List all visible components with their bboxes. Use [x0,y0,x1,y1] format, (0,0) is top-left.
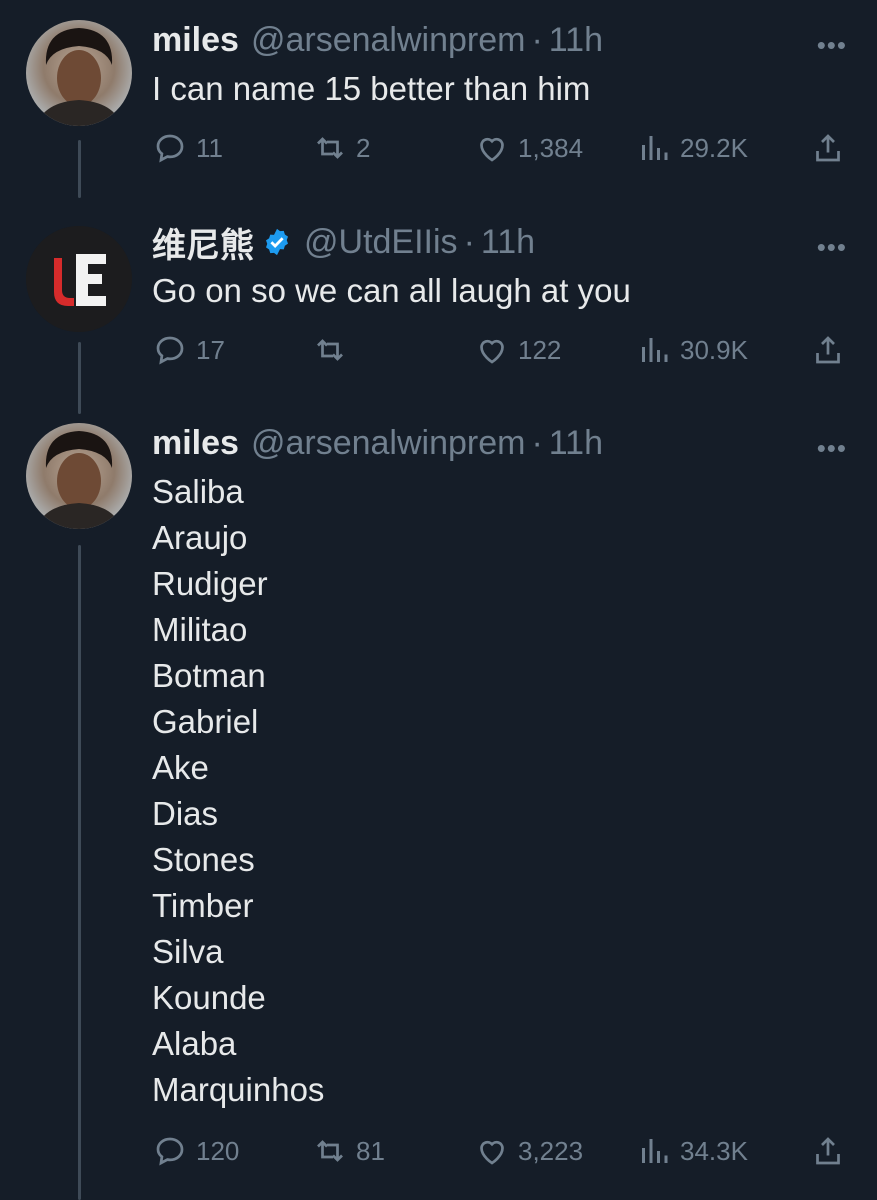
reply-button[interactable]: 11 [152,126,223,170]
user-handle[interactable]: @UtdEIIis [304,223,458,262]
like-count: 122 [518,334,562,365]
user-handle[interactable]: @arsenalwinprem [251,21,526,60]
like-button[interactable]: 3,223 [474,1129,583,1173]
text-line: Stones [152,841,255,878]
retweet-button[interactable]: 81 [312,1129,385,1173]
avatar[interactable] [26,226,132,332]
reply-icon [156,1137,184,1166]
like-count: 1,384 [518,132,584,163]
views-chart-icon [642,1139,668,1163]
like-button[interactable]: 1,384 [474,126,583,170]
heart-icon [480,339,504,364]
views-chart-icon [642,136,668,160]
reply-icon [156,134,184,163]
timestamp[interactable]: 11h [549,424,603,463]
tweet-header: 维尼熊 @UtdEIIis · 11h [152,218,535,267]
views-button[interactable]: 29.2K [636,126,748,170]
text-line: Militao [152,611,248,648]
retweet-icon [317,1140,343,1162]
share-button[interactable] [810,328,854,372]
tweet-text: Go on so we can all laugh at you [152,272,631,309]
like-count: 3,223 [518,1135,584,1166]
text-line: Saliba [152,473,244,510]
reply-count: 120 [196,1135,240,1166]
action-bar: 11 2 1,384 29.2K [152,126,852,170]
text-line: Timber [152,887,254,924]
retweet-button[interactable]: 2 [312,126,370,170]
views-count: 30.9K [680,334,748,365]
tweet-header: miles @arsenalwinprem · 11h [152,18,603,62]
tweet-header: miles @arsenalwinprem · 11h [152,421,603,465]
like-button[interactable]: 122 [474,328,561,372]
text-line: Botman [152,657,266,694]
tweet-text: Saliba Araujo Rudiger Militao Botman Gab… [152,469,324,1113]
reply-button[interactable]: 17 [152,328,225,372]
reply-count: 11 [196,132,223,163]
share-icon [816,1137,840,1165]
text-line: Silva [152,933,224,970]
timestamp[interactable]: 11h [481,223,535,262]
action-bar: 17 122 30.9K [152,328,852,372]
share-icon [816,134,840,162]
person-photo-icon [36,28,122,126]
timestamp[interactable]: 11h [549,21,603,60]
reply-button[interactable]: 120 [152,1129,239,1173]
avatar[interactable] [26,20,132,126]
action-bar: 120 81 3,223 34.3K [152,1129,852,1173]
separator-dot: · [463,222,475,261]
share-button[interactable] [810,126,854,170]
text-line: Alaba [152,1025,237,1062]
avatar[interactable] [26,423,132,529]
tweet[interactable]: 维尼熊 @UtdEIIis · 11h ••• Go on so we can … [0,202,877,402]
ue-logo-icon [26,226,132,332]
verified-badge-icon [266,228,288,256]
tweet[interactable]: miles @arsenalwinprem · 11h ••• Saliba A… [0,403,877,1200]
text-line: Marquinhos [152,1071,325,1108]
heart-icon [480,1140,504,1165]
person-photo-icon [36,431,122,529]
more-options-button[interactable]: ••• [817,30,847,61]
display-name[interactable]: miles [152,21,239,60]
share-button[interactable] [810,1129,854,1173]
retweet-count: 2 [356,132,371,163]
text-line: Kounde [152,979,266,1016]
separator-dot: · [531,20,543,59]
share-icon [816,336,840,364]
text-line: Rudiger [152,565,268,602]
separator-dot: · [531,423,543,462]
display-name[interactable]: miles [152,424,239,463]
reply-icon [156,336,184,365]
display-name[interactable]: 维尼熊 [152,218,254,267]
more-options-button[interactable]: ••• [817,232,847,263]
retweet-count: 81 [356,1135,385,1166]
views-count: 34.3K [680,1135,748,1166]
views-chart-icon [642,338,668,362]
views-button[interactable]: 34.3K [636,1129,748,1173]
retweet-icon [317,137,343,159]
more-options-button[interactable]: ••• [817,433,847,464]
retweet-icon [317,339,343,361]
views-count: 29.2K [680,132,748,163]
tweet-text: I can name 15 better than him [152,70,591,107]
views-button[interactable]: 30.9K [636,328,748,372]
text-line: Araujo [152,519,248,556]
retweet-button[interactable] [312,328,356,372]
user-handle[interactable]: @arsenalwinprem [251,424,526,463]
text-line: Ake [152,749,209,786]
text-line: Gabriel [152,703,259,740]
text-line: Dias [152,795,219,832]
heart-icon [480,137,504,162]
reply-count: 17 [196,334,225,365]
tweet[interactable]: miles @arsenalwinprem · 11h ••• I can na… [0,0,877,200]
